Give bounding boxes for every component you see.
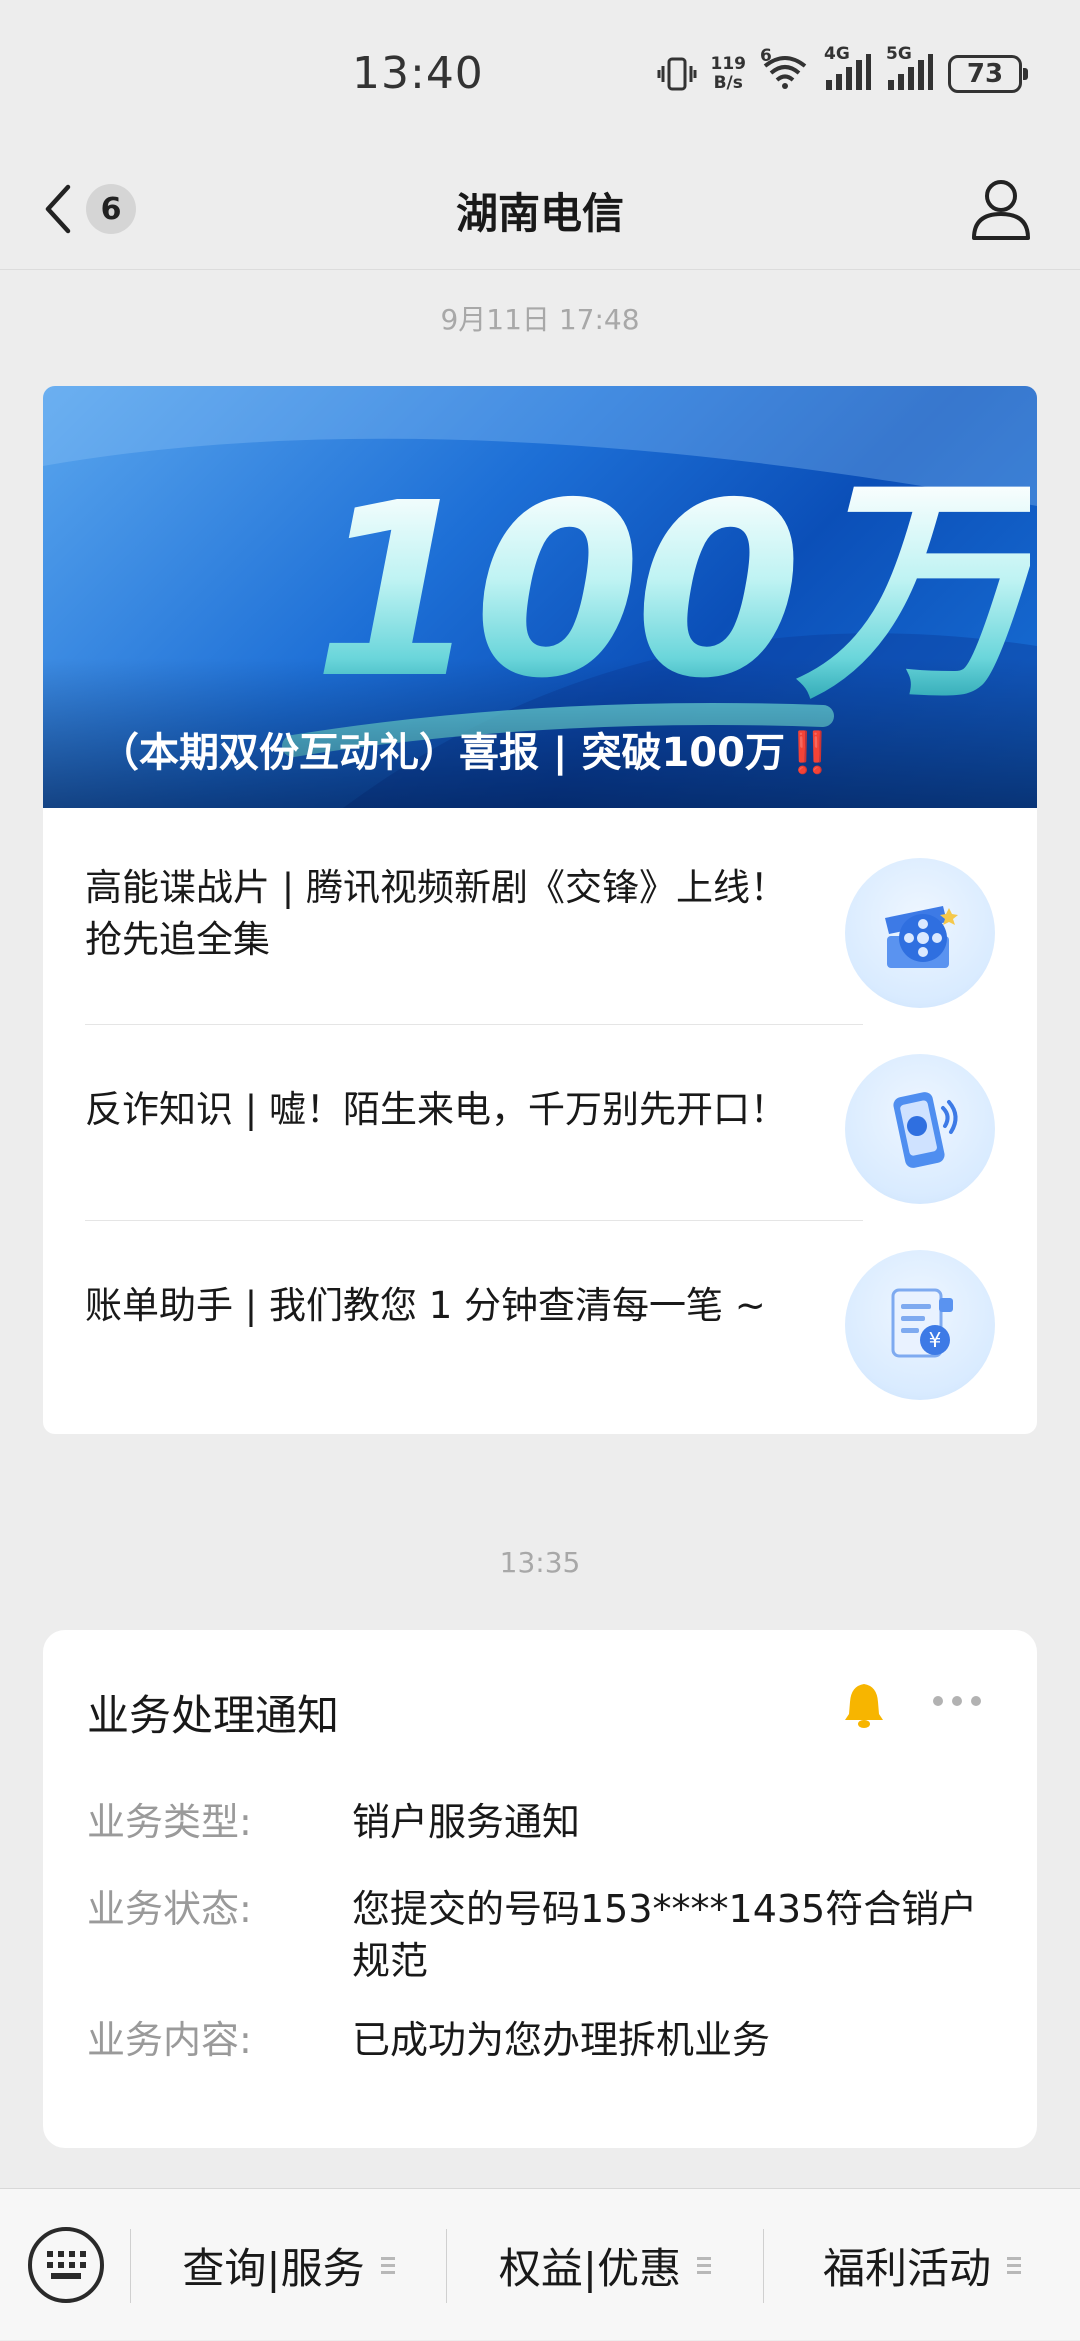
menu-welfare-activities[interactable]: 福利活动 xyxy=(764,2189,1080,2341)
banner-title: （本期双份互动礼）喜报 | 突破100万‼️ xyxy=(99,730,835,776)
sim2-signal: 5G xyxy=(886,44,934,96)
net-speed: 119 B/s xyxy=(710,54,747,93)
submenu-icon xyxy=(380,2256,395,2274)
notice-row: 业务内容: 已成功为您办理拆机业务 xyxy=(87,2018,771,2062)
article-item[interactable]: 反诈知识 | 嘘！陌生来电，千万别先开口！ xyxy=(85,1012,995,1207)
article-title: 高能谍战片 | 腾讯视频新剧《交锋》上线！抢先追全集 xyxy=(85,865,787,961)
notice-row: 业务状态: 您提交的号码153****1435符合销户规范 xyxy=(87,1887,978,1983)
service-notice-card[interactable]: 业务处理通知 业务类型: 销户服务通知 业务状态: 您提交的号码153****1… xyxy=(43,1630,1037,2148)
status-icons: 119 B/s 6 4G 5G 73 xyxy=(657,44,1028,96)
bottom-menu-bar: 查询|服务 权益|优惠 福利活动 xyxy=(0,2188,1080,2340)
battery-indicator: 73 xyxy=(948,55,1028,93)
phone-call-icon xyxy=(845,1054,995,1204)
film-reel-icon xyxy=(845,858,995,1008)
chat-header: 6 湖南电信 xyxy=(0,150,1080,270)
article-card: 100万 （本期双份互动礼）喜报 | 突破100万‼️ 高能谍战片 | 腾讯视频… xyxy=(43,386,1037,1434)
notice-row: 业务类型: 销户服务通知 xyxy=(87,1800,581,1844)
notice-title: 业务处理通知 xyxy=(87,1691,340,1740)
bill-receipt-icon: ¥ xyxy=(845,1250,995,1400)
message-timestamp: 9月11日 17:48 xyxy=(440,303,640,336)
article-item[interactable]: 高能谍战片 | 腾讯视频新剧《交锋》上线！抢先追全集 xyxy=(85,816,995,1011)
wifi-indicator: 6 xyxy=(760,46,810,96)
status-time: 13:40 xyxy=(352,48,484,99)
bell-icon xyxy=(841,1680,887,1730)
user-icon xyxy=(972,180,1030,240)
keyboard-toggle-button[interactable] xyxy=(28,2227,104,2303)
vibrate-icon xyxy=(657,57,696,91)
submenu-icon xyxy=(1007,2256,1021,2274)
article-title: 反诈知识 | 嘘！陌生来电，千万别先开口！ xyxy=(85,1087,787,1131)
more-options-icon[interactable] xyxy=(933,1696,981,1706)
article-item[interactable]: 账单助手 | 我们教您 1 分钟查清每一笔 ~ ¥ xyxy=(85,1208,995,1403)
message-timestamp: 13:35 xyxy=(499,1546,581,1579)
menu-benefits[interactable]: 权益|优惠 xyxy=(447,2189,763,2341)
svg-text:¥: ¥ xyxy=(929,1328,942,1352)
status-bar: 13:40 119 B/s 6 4G 5G 73 xyxy=(0,0,1080,150)
article-title: 账单助手 | 我们教您 1 分钟查清每一笔 ~ xyxy=(85,1283,766,1327)
keyboard-icon xyxy=(46,2251,86,2257)
menu-query-service[interactable]: 查询|服务 xyxy=(131,2189,446,2341)
profile-button[interactable] xyxy=(966,174,1036,244)
submenu-icon xyxy=(697,2256,712,2274)
page-title: 湖南电信 xyxy=(455,189,624,238)
article-banner[interactable]: 100万 （本期双份互动礼）喜报 | 突破100万‼️ xyxy=(43,386,1037,808)
sim1-signal: 4G xyxy=(824,44,872,96)
